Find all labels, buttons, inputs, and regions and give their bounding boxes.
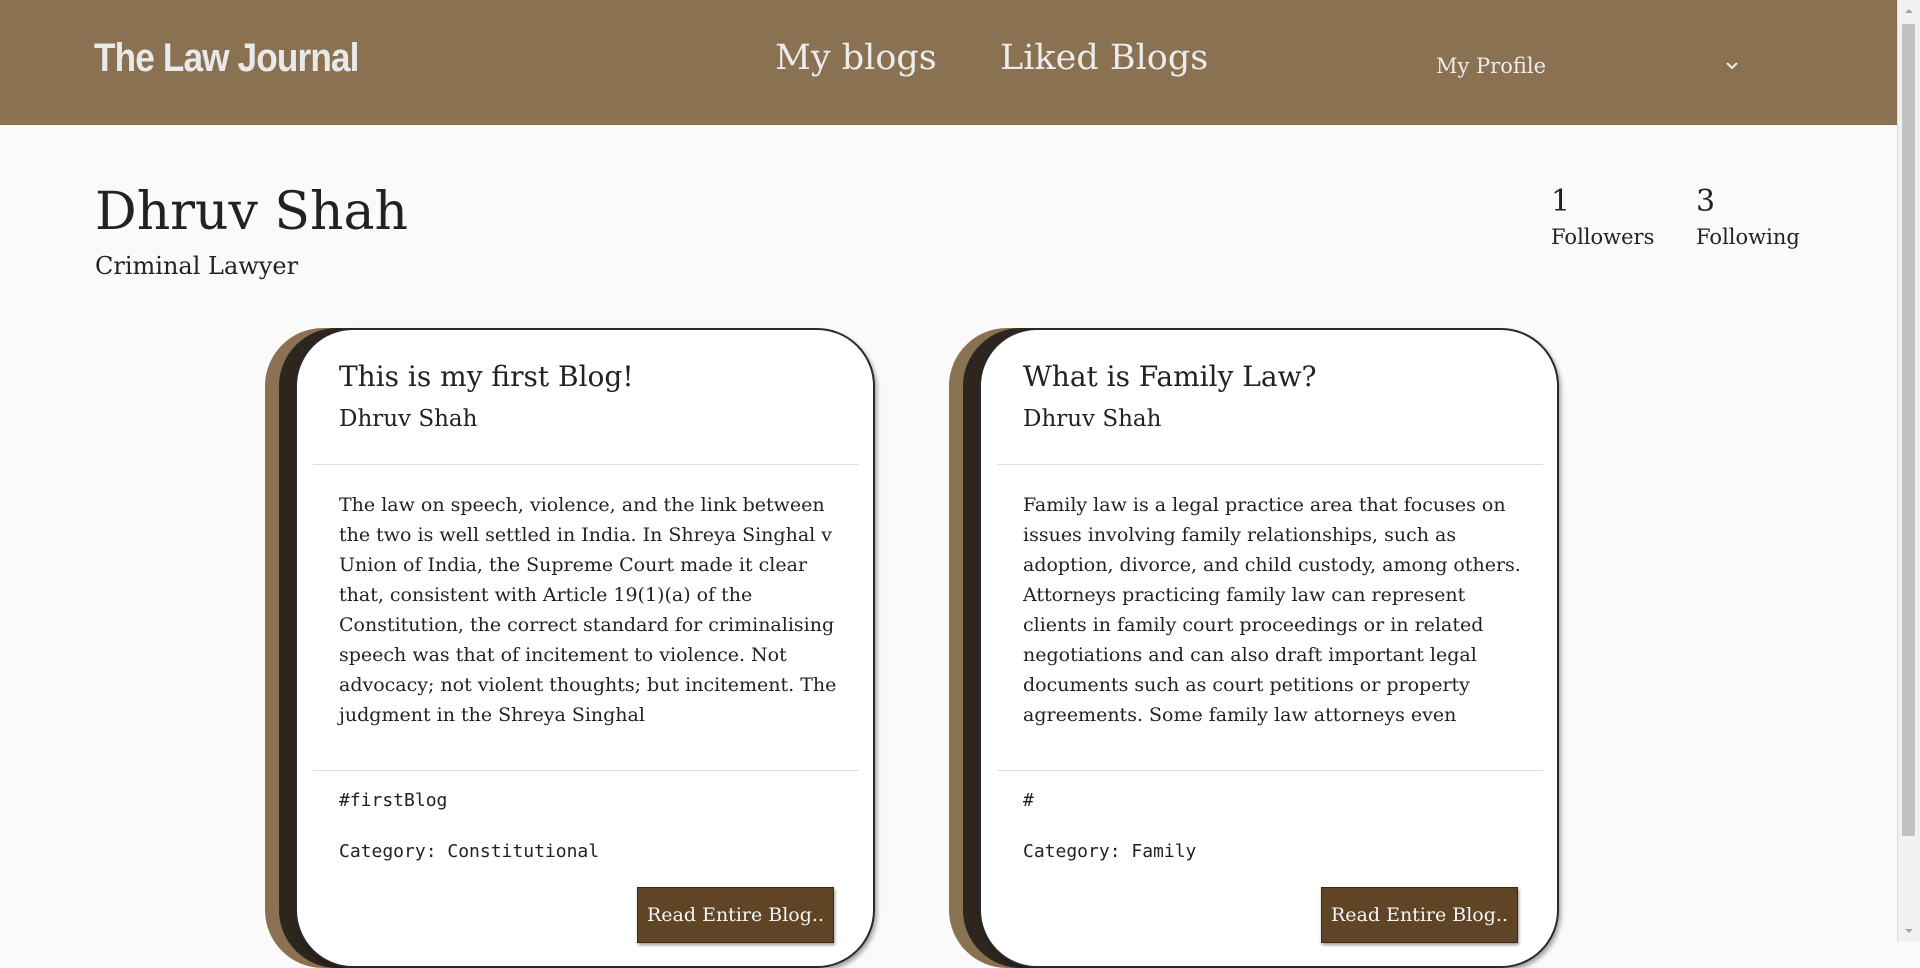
blog-tags: #firstBlog [339, 790, 448, 811]
divider [997, 770, 1543, 771]
profile-title: Criminal Lawyer [95, 252, 299, 280]
read-entire-blog-button[interactable]: Read Entire Blog.. [637, 887, 834, 943]
blog-card: This is my first Blog! Dhruv Shah The la… [265, 328, 877, 968]
divider [997, 464, 1543, 465]
blog-excerpt: Family law is a legal practice area that… [1023, 494, 1521, 726]
followers-count: 1 [1551, 184, 1571, 219]
scroll-up-arrow-icon[interactable] [1898, 0, 1920, 22]
nav-link-my-blogs[interactable]: My blogs [775, 38, 937, 78]
divider [313, 464, 859, 465]
followers-stat[interactable]: 1 Followers [1551, 184, 1654, 249]
brand-logo[interactable]: The Law Journal [94, 36, 359, 81]
scroll-down-arrow-icon[interactable] [1898, 920, 1920, 942]
nav-link-liked-blogs[interactable]: Liked Blogs [1000, 38, 1208, 78]
blog-card-body: This is my first Blog! Dhruv Shah The la… [295, 328, 875, 968]
following-stat[interactable]: 3 Following [1696, 184, 1800, 249]
blog-card-body: What is Family Law? Dhruv Shah Family la… [979, 328, 1559, 968]
blog-title: What is Family Law? [1023, 360, 1317, 393]
profile-name: Dhruv Shah [95, 182, 409, 242]
blog-excerpt: The law on speech, violence, and the lin… [339, 494, 837, 726]
vertical-scrollbar[interactable] [1897, 0, 1920, 942]
divider [313, 770, 859, 771]
chevron-down-icon[interactable] [1722, 56, 1742, 76]
blog-title: This is my first Blog! [339, 360, 634, 393]
read-entire-blog-button[interactable]: Read Entire Blog.. [1321, 887, 1518, 943]
scrollbar-thumb[interactable] [1902, 24, 1915, 836]
blog-card: What is Family Law? Dhruv Shah Family la… [949, 328, 1561, 968]
blog-author: Dhruv Shah [339, 406, 478, 432]
profile-dropdown[interactable]: My Profile [1436, 54, 1546, 78]
blog-category: Category: Family [1023, 841, 1197, 862]
following-count: 3 [1696, 184, 1716, 219]
blog-category: Category: Constitutional [339, 841, 600, 862]
blog-author: Dhruv Shah [1023, 406, 1162, 432]
following-label: Following [1696, 225, 1800, 249]
top-navbar: The Law Journal My blogs Liked Blogs My … [0, 0, 1898, 125]
followers-label: Followers [1551, 225, 1655, 249]
blog-tags: # [1023, 790, 1034, 811]
